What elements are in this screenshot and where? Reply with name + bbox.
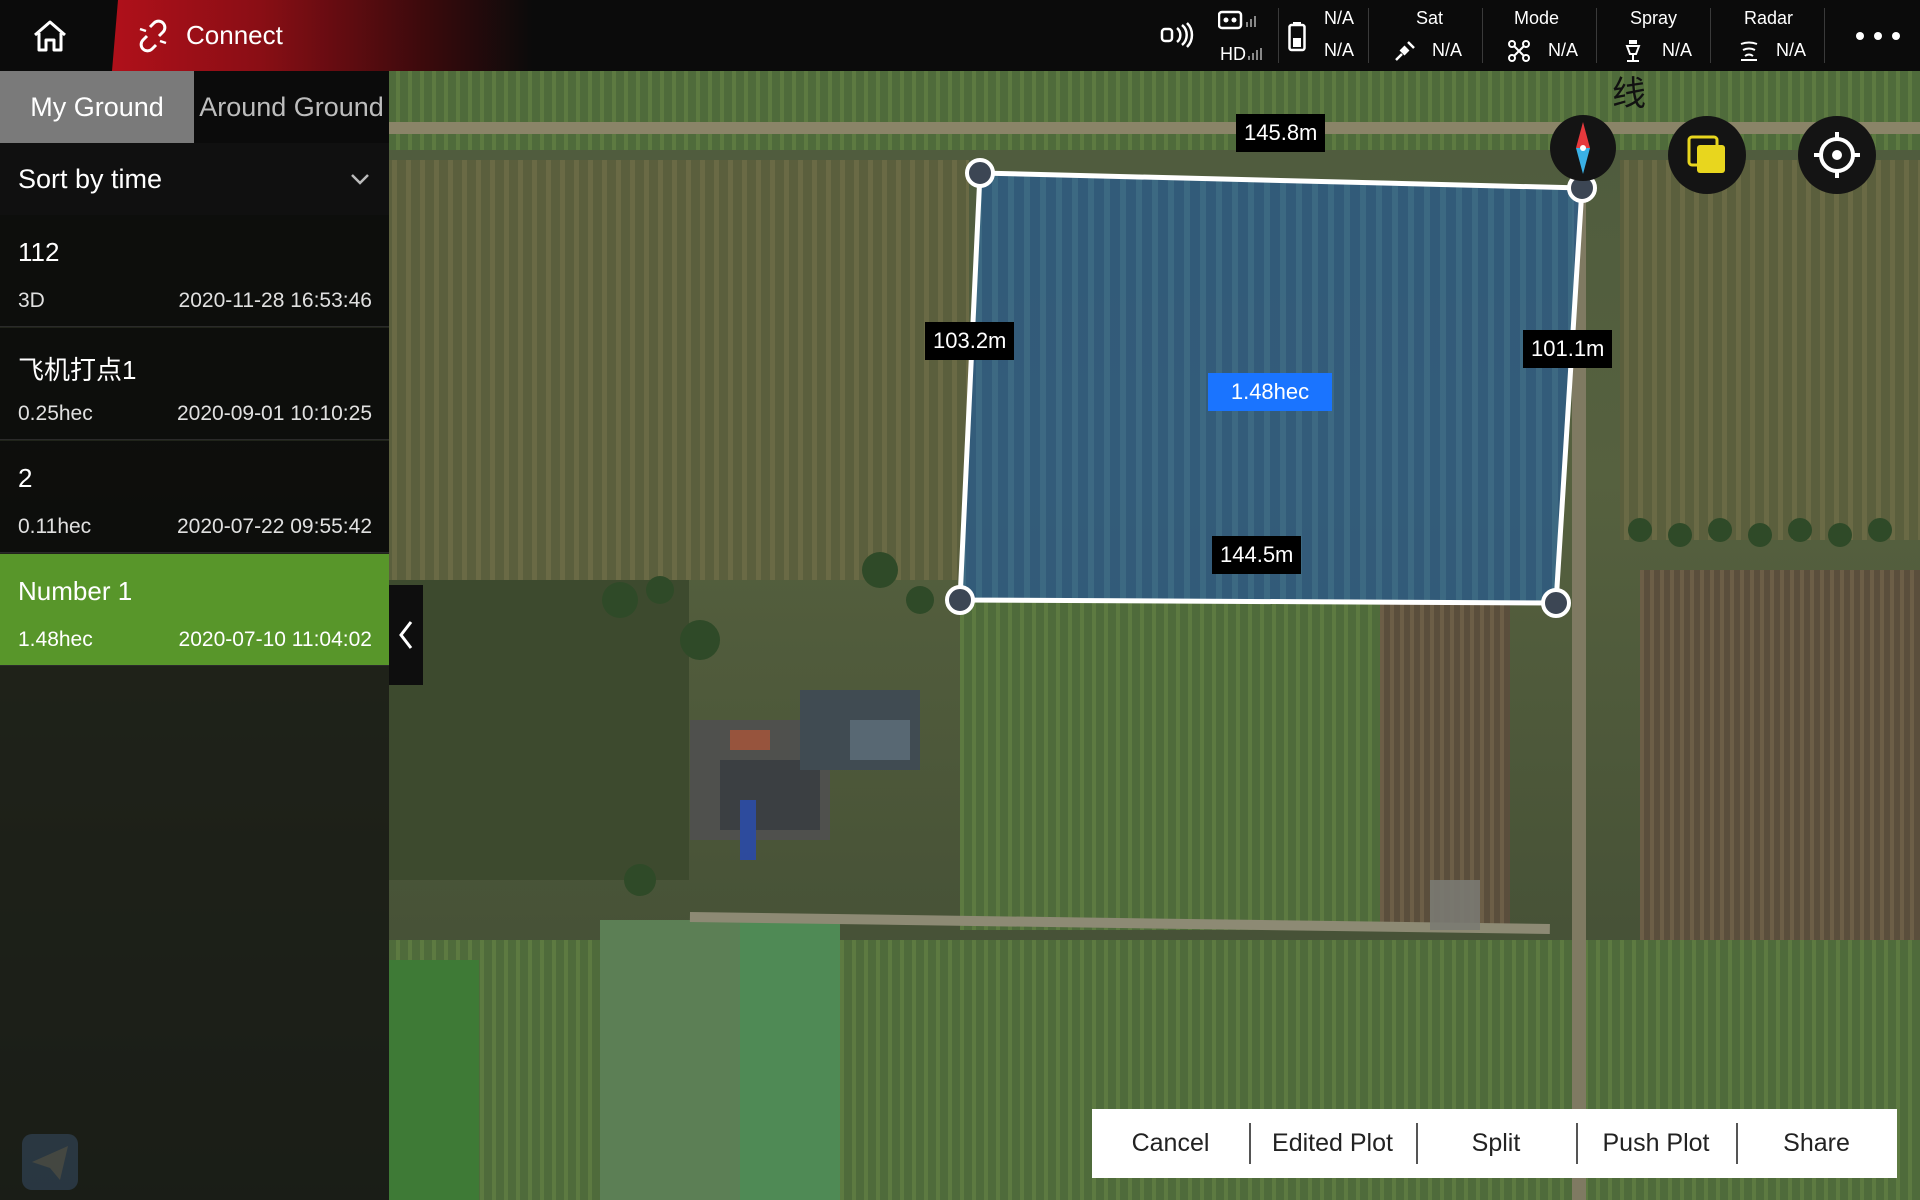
radar-value: N/A: [1776, 40, 1807, 60]
tab-my-ground[interactable]: My Ground: [0, 71, 194, 143]
plot-list-item[interactable]: 2 0.11hec 2020-07-22 09:55:42: [0, 441, 389, 553]
plot-name: Number 1: [18, 576, 133, 606]
mode-status: Mode N/A: [1500, 0, 1600, 71]
plot-name: 2: [18, 463, 33, 493]
plot-area: 3D: [18, 289, 45, 312]
sat-status: Sat N/A: [1384, 0, 1484, 71]
battery-icon: [1288, 22, 1306, 52]
battery-status: N/A N/A: [1288, 0, 1368, 71]
plot-list-item-selected[interactable]: Number 1 1.48hec 2020-07-10 11:04:02: [0, 554, 389, 666]
radar-icon: [1740, 41, 1758, 61]
plot-area: 0.25hec: [18, 402, 93, 425]
satellite-icon: [1395, 41, 1415, 61]
plot-area-badge: 1.48hec: [1208, 373, 1332, 411]
plot-date: 2020-11-28 16:53:46: [178, 289, 372, 312]
home-icon: [34, 20, 66, 51]
hd-label: HD: [1220, 44, 1246, 64]
drone-icon: [1508, 40, 1530, 62]
top-status-bar: Connect HD N/A N/A Sat N/A Mode N/A Spra…: [0, 0, 1920, 71]
plot-vertex: [965, 158, 995, 188]
plot-area: 0.11hec: [18, 515, 92, 538]
cancel-button[interactable]: Cancel: [1092, 1109, 1249, 1178]
map-place-text: 线: [1612, 74, 1646, 114]
edge-length-top: 145.8m: [1236, 114, 1326, 152]
link-broken-icon: [139, 19, 167, 52]
spray-status: Spray N/A: [1614, 0, 1714, 71]
split-button[interactable]: Split: [1416, 1109, 1576, 1178]
connect-button[interactable]: Connect: [112, 0, 532, 71]
crosshair-icon: [1814, 132, 1860, 178]
plot-vertex: [945, 585, 975, 615]
plot-list-item[interactable]: 飞机打点1 0.25hec 2020-09-01 10:10:25: [0, 328, 389, 440]
sat-label: Sat: [1416, 8, 1444, 28]
tab-around-ground[interactable]: Around Ground: [194, 71, 389, 143]
locate-button[interactable]: [1798, 116, 1876, 194]
aircraft-signal: [1160, 0, 1200, 71]
plot-date: 2020-09-01 10:10:25: [177, 402, 372, 425]
spray-icon: [1625, 40, 1641, 62]
plot-date: 2020-07-10 11:04:02: [178, 628, 372, 651]
chevron-left-icon: [399, 621, 413, 649]
radar-label: Radar: [1744, 8, 1794, 28]
sort-label: Sort by time: [18, 163, 163, 194]
connect-label: Connect: [186, 20, 283, 50]
edge-length-right: 101.1m: [1523, 330, 1613, 368]
plot-list-item[interactable]: 112 3D 2020-11-28 16:53:46: [0, 215, 389, 327]
push-plot-button[interactable]: Push Plot: [1576, 1109, 1736, 1178]
hd-signal-icon: [1248, 48, 1262, 60]
sat-value: N/A: [1432, 40, 1463, 60]
edited-plot-button[interactable]: Edited Plot: [1249, 1109, 1416, 1178]
compass-icon[interactable]: [1550, 115, 1616, 181]
plot-vertex: [1541, 588, 1571, 618]
signal-icon: [1160, 22, 1194, 48]
ground-list-panel: My Ground Around Ground Sort by time 112…: [0, 71, 389, 1200]
collapse-panel-button[interactable]: [389, 585, 423, 685]
rc-hd-status: HD: [1218, 0, 1278, 71]
home-button[interactable]: [0, 0, 100, 71]
plot-action-bar: Cancel Edited Plot Split Push Plot Share: [1092, 1109, 1897, 1178]
battery-value-top: N/A: [1324, 8, 1355, 28]
sort-dropdown[interactable]: Sort by time: [0, 143, 389, 215]
spray-value: N/A: [1662, 40, 1693, 60]
plot-name: 112: [18, 237, 60, 267]
plot-area: 1.48hec: [18, 628, 93, 651]
layers-button[interactable]: [1668, 116, 1746, 194]
chevron-down-icon: [351, 174, 369, 185]
battery-value-bottom: N/A: [1324, 40, 1355, 60]
edge-length-bottom: 144.5m: [1212, 536, 1302, 574]
more-button[interactable]: [1848, 0, 1908, 71]
mode-value: N/A: [1548, 40, 1579, 60]
plot-name: 飞机打点1: [18, 355, 137, 385]
remote-controller-icon: [1218, 10, 1256, 30]
spray-label: Spray: [1630, 8, 1678, 28]
paper-plane-logo-icon: [22, 1134, 78, 1190]
radar-status: Radar N/A: [1728, 0, 1828, 71]
plot-date: 2020-07-22 09:55:42: [177, 515, 372, 538]
edge-length-left: 103.2m: [925, 322, 1015, 360]
share-button[interactable]: Share: [1736, 1109, 1897, 1178]
mode-label: Mode: [1514, 8, 1560, 28]
ground-tabs: My Ground Around Ground: [0, 71, 389, 143]
app-watermark: [22, 1134, 78, 1190]
more-dots-icon: [1856, 31, 1900, 40]
layers-icon: [1687, 135, 1725, 173]
